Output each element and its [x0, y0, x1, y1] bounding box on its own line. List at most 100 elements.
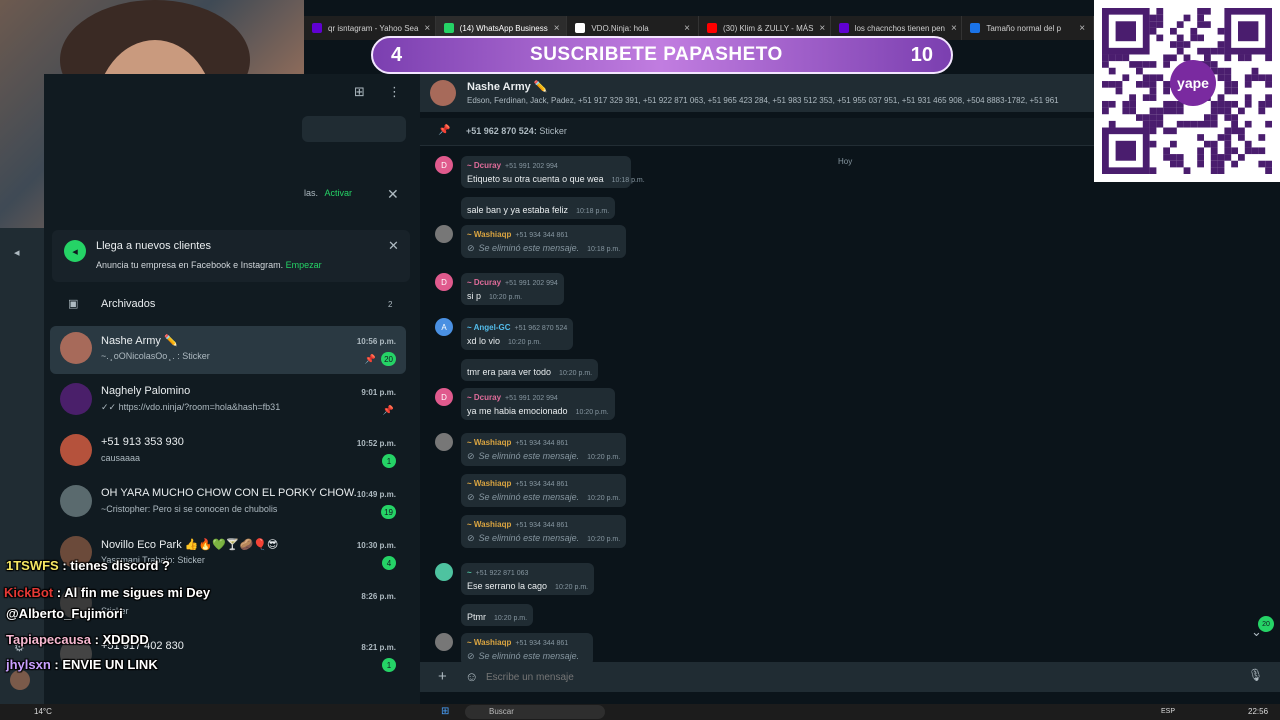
chat-time: 8:26 p.m.	[361, 592, 396, 601]
search-input[interactable]	[302, 116, 406, 142]
sender-phone: +51 922 871 063	[475, 570, 529, 577]
sender-phone: +51 962 870 524	[514, 325, 568, 332]
tab-label: Tamaño normal del p	[986, 23, 1062, 33]
stream-chat-user: jhylsxn	[6, 657, 51, 672]
sender-avatar[interactable]	[435, 633, 453, 651]
new-chat-icon[interactable]: ⊞	[354, 84, 365, 100]
profile-avatar[interactable]	[10, 670, 30, 690]
scroll-down-icon[interactable]: ⌄	[1251, 624, 1262, 640]
language-indicator: ESP	[1161, 708, 1176, 715]
close-tab-icon[interactable]: ×	[684, 23, 690, 34]
group-avatar[interactable]	[430, 80, 456, 106]
message-text: Se eliminó este mensaje.	[478, 651, 580, 661]
sender-phone: +51 934 344 861	[515, 481, 569, 488]
message-time: 10:18 p.m.	[611, 177, 645, 184]
stream-chat-line: @Alberto_Fujimori	[6, 606, 123, 621]
stream-chat-line: Tapiapecausa : XDDDD	[6, 632, 149, 647]
stream-chat-line: jhylsxn : ENVIE UN LINK	[6, 657, 158, 672]
message-time: 10:20 p.m.	[575, 409, 609, 416]
sender-phone: +51 934 344 861	[515, 440, 569, 447]
deleted-message-bubble[interactable]: ~ Washiaqp +51 934 344 861 ⊘ Se eliminó est…	[461, 474, 627, 507]
message-bubble[interactable]: ~ Angel-GC +51 962 870 524 xd lo vio 10:20 …	[461, 318, 574, 350]
sender-phone: +51 991 202 994	[505, 395, 558, 402]
menu-icon[interactable]: ⋮	[388, 84, 401, 100]
browser-tab[interactable]: Tamaño normal del p ×	[962, 16, 1095, 40]
sender-phone: +51 934 344 861	[515, 232, 569, 239]
message-bubble[interactable]: ~ Dcuray +51 991 202 994 Etiqueto su otra …	[461, 156, 645, 188]
close-clients-icon[interactable]: ✕	[388, 238, 399, 254]
sender-name: ~ Dcuray	[467, 161, 502, 170]
message-time: 10:20 p.m.	[494, 615, 528, 622]
sender-avatar[interactable]: D	[435, 273, 453, 291]
archived-count: 2	[388, 300, 393, 309]
blocked-icon: ⊘	[467, 492, 475, 502]
pinned-text: +51 962 870 524: Sticker	[466, 126, 567, 136]
clients-card: ◂ Llega a nuevos clientes Anuncia tu emp…	[52, 230, 410, 282]
close-tab-icon[interactable]: ×	[1079, 23, 1085, 34]
sender-avatar[interactable]	[435, 563, 453, 581]
message-time: 10:20 p.m.	[587, 495, 621, 502]
emoji-icon[interactable]: ☺	[465, 669, 478, 684]
chat-list-item[interactable]: +51 913 353 930 causaaaa 10:52 p.m. 1	[50, 428, 406, 476]
chat-last-message: ~Cristopher: Pero si se conocen de chubo…	[101, 504, 278, 514]
message-text: Se eliminó este mensaje.	[478, 533, 580, 543]
chat-name: Novillo Eco Park 👍🔥💚🍸🥔🎈😎	[101, 539, 279, 551]
clients-title: Llega a nuevos clientes	[96, 240, 211, 252]
sender-avatar[interactable]: D	[435, 388, 453, 406]
sender-name: ~ Angel-GC	[467, 323, 511, 332]
message-bubble[interactable]: Ptmr 10:20 p.m.	[461, 604, 534, 626]
taskbar-search[interactable]: Buscar	[465, 705, 605, 719]
conversation-header[interactable]: Nashe Army ✏️ Edson, Ferdinan, Jack, Pad…	[420, 74, 1094, 112]
message-time: 10:20 p.m.	[508, 339, 542, 346]
unread-badge: 19	[381, 505, 396, 519]
close-tab-icon[interactable]: ×	[554, 23, 560, 34]
chat-last-message: Sticker	[101, 606, 129, 616]
close-tab-icon[interactable]: ×	[424, 23, 430, 34]
message-time: 10:20 p.m.	[555, 584, 589, 591]
composer-bar: + ☺ 🎙	[420, 662, 1280, 692]
chat-avatar	[60, 383, 92, 415]
message-bubble[interactable]: sale ban y ya estaba feliz 10:18 p.m.	[461, 197, 616, 219]
chat-last-message: causaaaa	[101, 453, 141, 463]
close-promo-icon[interactable]: ✕	[387, 186, 399, 203]
message-bubble[interactable]: ~ +51 922 871 063 Ese serrano la cago 10:20…	[461, 563, 595, 595]
blocked-icon: ⊘	[467, 243, 475, 253]
message-bubble[interactable]: tmr era para ver todo 10:20 p.m.	[461, 359, 599, 381]
chat-list-item[interactable]: OH YARA MUCHO CHOW CON EL PORKY CHOW. EX…	[50, 479, 406, 527]
start-link[interactable]: Empezar	[286, 260, 322, 270]
announce-icon[interactable]: ◂	[14, 246, 20, 259]
microphone-icon[interactable]: 🎙	[1248, 668, 1263, 682]
sender-name: ~ Washiaqp	[467, 638, 512, 647]
attach-plus-icon[interactable]: +	[438, 668, 447, 685]
deleted-message-bubble[interactable]: ~ Washiaqp +51 934 344 861 ⊘ Se eliminó est…	[461, 225, 627, 258]
yape-qr-code: yape	[1094, 0, 1280, 182]
message-input[interactable]	[486, 667, 1246, 687]
message-bubble[interactable]: ~ Dcuray +51 991 202 994 si p 10:20 p.m.	[461, 273, 564, 305]
start-icon[interactable]: ⊞	[441, 706, 449, 717]
tab-favicon-icon	[838, 23, 849, 33]
sender-phone: +51 991 202 994	[505, 280, 558, 287]
deleted-message-bubble[interactable]: ~ Washiaqp +51 934 344 861 ⊘ Se eliminó est…	[461, 515, 627, 548]
clients-body: Anuncia tu empresa en Facebook e Instagr…	[96, 260, 322, 270]
activate-link[interactable]: Activar	[325, 188, 353, 198]
chat-name: Naghely Palomino	[101, 385, 191, 397]
blocked-icon: ⊘	[467, 651, 475, 661]
sender-avatar[interactable]: A	[435, 318, 453, 336]
message-bubble[interactable]: ~ Dcuray +51 991 202 994 ya me habia emoci…	[461, 388, 615, 420]
archived-row[interactable]: ▣ Archivados 2	[52, 288, 410, 320]
deleted-message-bubble[interactable]: ~ Washiaqp +51 934 344 861 ⊘ Se eliminó est…	[461, 433, 627, 466]
sender-avatar[interactable]	[435, 433, 453, 451]
chat-list-item[interactable]: Nashe Army ✏️ ~. ̧ oONicolasOo ̧ . : Sti…	[50, 326, 406, 374]
close-tab-icon[interactable]: ×	[951, 23, 957, 34]
sender-avatar[interactable]: D	[435, 156, 453, 174]
close-tab-icon[interactable]: ×	[819, 23, 825, 34]
message-time: 10:18 p.m.	[576, 208, 610, 215]
chat-list-item[interactable]: Naghely Palomino ✓✓ https://vdo.ninja/?r…	[50, 377, 406, 425]
banner-text: SUSCRIBETE PAPASHETO	[530, 44, 783, 65]
clock: 22:56	[1248, 707, 1269, 716]
banner-right-number: 10	[910, 43, 933, 66]
stream-chat-user: @Alberto_Fujimori	[6, 606, 123, 621]
chat-last-message: ✓✓ https://vdo.ninja/?room=hola&hash=fb3…	[101, 402, 281, 412]
sender-avatar[interactable]	[435, 225, 453, 243]
subscribe-banner: 4 SUSCRIBETE PAPASHETO 10	[371, 36, 953, 74]
